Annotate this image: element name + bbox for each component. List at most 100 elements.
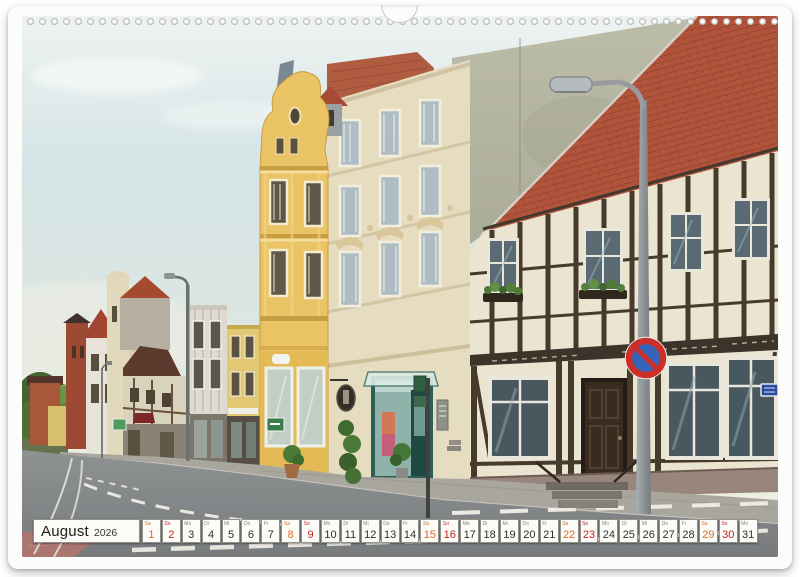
day-weekday-label: Di [204, 521, 209, 527]
day-number: 5 [223, 529, 240, 541]
binder-hole [87, 18, 94, 25]
day-weekday-label: Mo [324, 521, 331, 527]
day-weekday-label: So [443, 521, 449, 527]
calendar-day-cell: Do20 [520, 519, 539, 543]
calendar-day-cell: So 30 [719, 519, 738, 543]
day-weekday-label: So [721, 521, 727, 527]
day-weekday-label: So [164, 521, 170, 527]
day-weekday-label: Di [622, 521, 627, 527]
binder-hole [195, 18, 202, 25]
day-number: 4 [203, 529, 220, 541]
calendar-days: Sa1So2Mo3Di4Mi5Do6Fr7Sa8So9Mo10Di11Mi12D… [142, 519, 758, 543]
binder-hole [423, 18, 430, 25]
no-parking-sign [626, 338, 667, 379]
day-number: 16 [441, 529, 458, 541]
month-label: August 2026 [33, 519, 140, 543]
binder-hole [771, 18, 778, 25]
calendar-day-cell: Di11 [341, 519, 360, 543]
street-photo [22, 16, 778, 557]
calendar-day-cell: So 9 [301, 519, 320, 543]
binder-hole [483, 18, 490, 25]
binder-hole [411, 18, 418, 25]
day-weekday-label: Do [383, 521, 389, 527]
binder-hole [699, 18, 706, 25]
day-weekday-label: Mo [463, 521, 470, 527]
binder-hole [687, 18, 694, 25]
day-weekday-label: Mo [741, 521, 748, 527]
day-number: 24 [600, 529, 617, 541]
day-number: 12 [362, 529, 379, 541]
day-weekday-label: Mi [503, 521, 508, 527]
binder-hole [459, 18, 466, 25]
binder-hole [51, 18, 58, 25]
calendar-day-cell: Sa8 [281, 519, 300, 543]
calendar-day-cell: Di 4 [202, 519, 221, 543]
binder-hole [747, 18, 754, 25]
binder-hole [219, 18, 226, 25]
day-weekday-label: Sa [423, 521, 429, 527]
binder-hole [255, 18, 262, 25]
day-weekday-label: Fr [264, 521, 269, 527]
binder-hole [555, 18, 562, 25]
street-name-sign [761, 384, 778, 396]
day-number: 28 [680, 529, 697, 541]
calendar-product-shot: August 2026 Sa1So2Mo3Di4Mi5Do6Fr7Sa8So9M… [0, 0, 800, 577]
day-number: 17 [461, 529, 478, 541]
day-number: 26 [640, 529, 657, 541]
binder-hole [351, 18, 358, 25]
binder-hole [363, 18, 370, 25]
day-weekday-label: So [582, 521, 588, 527]
day-number: 14 [402, 529, 419, 541]
binder-hole [63, 18, 70, 25]
day-weekday-label: Sa [284, 521, 290, 527]
calendar-day-cell: Do27 [659, 519, 678, 543]
binder-hole [543, 18, 550, 25]
calendar-day-cell: Di 18 [480, 519, 499, 543]
binder-hole [123, 18, 130, 25]
calendar-day-cell: Do13 [381, 519, 400, 543]
day-number: 9 [302, 529, 319, 541]
binder-hole [615, 18, 622, 25]
binder-hole [183, 18, 190, 25]
binder-hole [663, 18, 670, 25]
binder-hole [711, 18, 718, 25]
day-weekday-label: Di [343, 521, 348, 527]
day-number: 7 [262, 529, 279, 541]
binder-hole [651, 18, 658, 25]
calendar-day-cell: Fr 28 [679, 519, 698, 543]
day-weekday-label: Fr [542, 521, 547, 527]
day-weekday-label: Sa [701, 521, 707, 527]
calendar-day-cell: So2 [162, 519, 181, 543]
binder-hole [519, 18, 526, 25]
day-weekday-label: Fr [682, 521, 687, 527]
binder-hole [507, 18, 514, 25]
day-number: 19 [501, 529, 518, 541]
day-number: 29 [700, 529, 717, 541]
day-number: 30 [720, 529, 737, 541]
binder-hole [567, 18, 574, 25]
day-weekday-label: Di [483, 521, 488, 527]
calendar-day-cell: Mo31 [739, 519, 758, 543]
day-number: 15 [421, 529, 438, 541]
calendar-day-cell: Mi12 [361, 519, 380, 543]
binder-hole [39, 18, 46, 25]
binder-hole [99, 18, 106, 25]
day-weekday-label: So [304, 521, 310, 527]
day-weekday-label: Do [522, 521, 528, 527]
calendar-day-cell: Mo24 [599, 519, 618, 543]
binder-hole [591, 18, 598, 25]
binder-hole [339, 18, 346, 25]
day-number: 3 [183, 529, 200, 541]
day-weekday-label: Fr [403, 521, 408, 527]
calendar-strip: August 2026 Sa1So2Mo3Di4Mi5Do6Fr7Sa8So9M… [8, 519, 792, 543]
day-weekday-label: Do [244, 521, 250, 527]
day-weekday-label: Do [662, 521, 668, 527]
binder-hole [627, 18, 634, 25]
binder-hole [603, 18, 610, 25]
day-number: 22 [561, 529, 578, 541]
binder-hole [207, 18, 214, 25]
binder-hole [723, 18, 730, 25]
day-number: 18 [481, 529, 498, 541]
calendar-day-cell: Fr 14 [401, 519, 420, 543]
binder-hole [279, 18, 286, 25]
